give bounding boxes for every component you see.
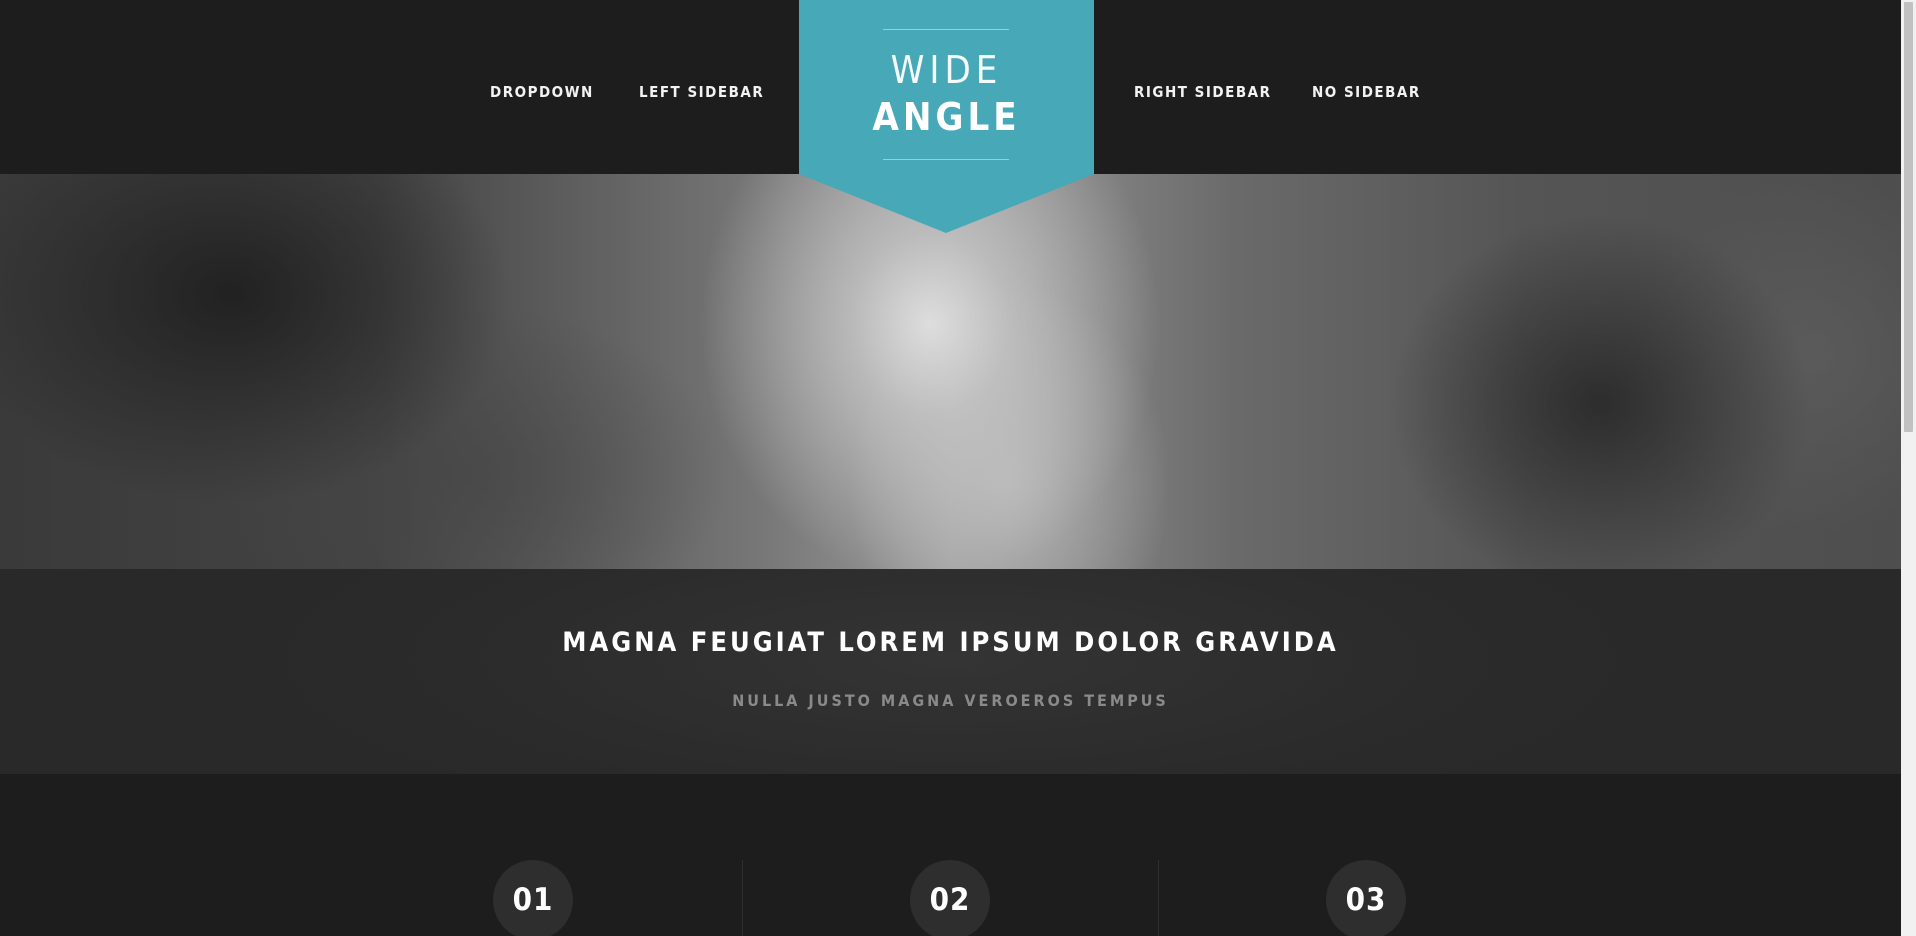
page: DROPDOWN LEFT SIDEBAR RIGHT SIDEBAR NO S… [0,0,1901,936]
features-section: 01 02 03 [0,774,1901,936]
nav-link-right-sidebar[interactable]: RIGHT SIDEBAR [1134,83,1271,101]
feature-divider [1158,860,1159,936]
feature-divider [742,860,743,936]
intro-subtitle: NULLA JUSTO MAGNA VEROEROS TEMPUS [732,691,1169,710]
nav-link-left-sidebar[interactable]: LEFT SIDEBAR [639,83,764,101]
feature-number-badge: 02 [910,860,990,936]
logo-rule-top [883,29,1009,30]
nav-link-no-sidebar[interactable]: NO SIDEBAR [1312,83,1421,101]
scrollbar-thumb[interactable] [1904,2,1913,432]
logo-text-wide: WIDE [890,48,1003,92]
nav-link-dropdown[interactable]: DROPDOWN [490,83,594,101]
feature-number-badge: 03 [1326,860,1406,936]
browser-viewport: DROPDOWN LEFT SIDEBAR RIGHT SIDEBAR NO S… [0,0,1916,936]
hero-banner-image [0,174,1901,569]
logo-rule-bottom [883,159,1009,160]
feature-number-badge: 01 [493,860,573,936]
vertical-scrollbar[interactable] [1901,0,1916,936]
logo-text-angle: ANGLE [872,95,1021,139]
site-logo[interactable]: WIDE ANGLE [799,0,1094,233]
intro-title: MAGNA FEUGIAT LOREM IPSUM DOLOR GRAVIDA [562,627,1339,658]
intro-section: MAGNA FEUGIAT LOREM IPSUM DOLOR GRAVIDA … [0,569,1901,774]
